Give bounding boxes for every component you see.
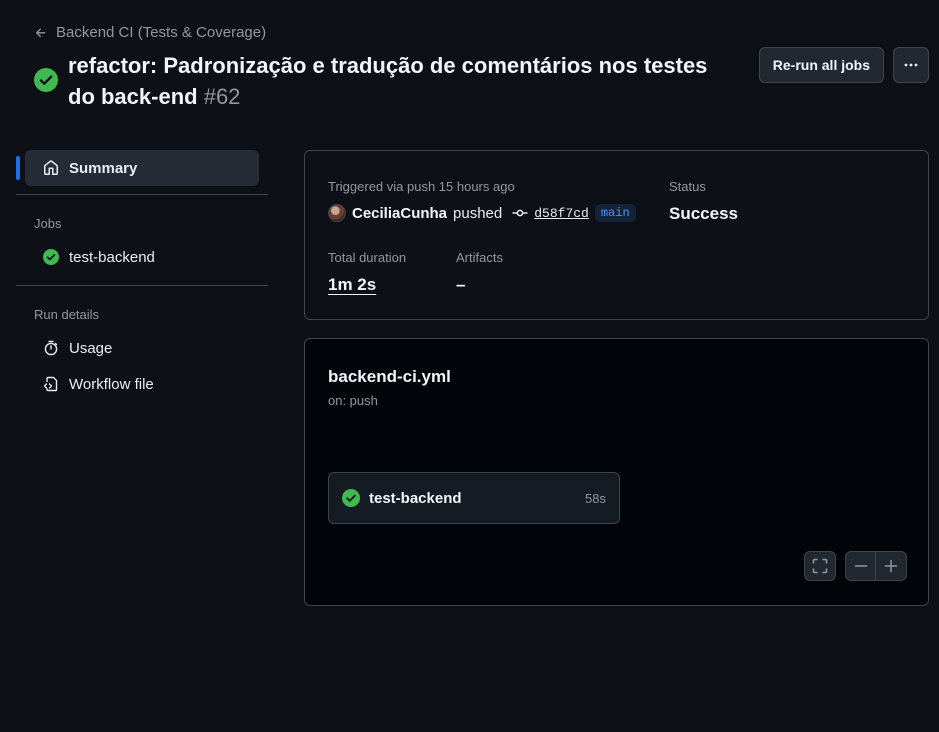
- screen-full-icon: [812, 558, 828, 574]
- job-name: test-backend: [369, 489, 462, 507]
- run-details-heading: Run details: [34, 307, 100, 322]
- workflow-trigger: on: push: [328, 393, 378, 408]
- push-action: pushed: [453, 204, 503, 222]
- sidebar-item-label: Workflow file: [69, 375, 154, 393]
- status-label: Status: [669, 179, 706, 194]
- back-link-label[interactable]: Backend CI (Tests & Coverage): [56, 24, 266, 41]
- check-circle-fill-icon: [342, 489, 360, 507]
- job-duration: 58s: [585, 490, 606, 506]
- workflow-graph-card: backend-ci.yml on: push test-backend 58s: [304, 338, 929, 606]
- run-summary-card: Triggered via push 15 hours ago CeciliaC…: [304, 150, 929, 320]
- home-icon: [44, 160, 58, 175]
- rerun-all-jobs-button[interactable]: Re-run all jobs: [758, 47, 884, 83]
- page-title: refactor: Padronização e tradução de com…: [68, 50, 728, 112]
- commit-sha-link[interactable]: d58f7cd: [534, 206, 589, 221]
- duration-label: Total duration: [328, 250, 407, 265]
- git-commit-icon: [512, 209, 528, 217]
- zoom-out-button[interactable]: [845, 551, 876, 581]
- page-title-row: refactor: Padronização e tradução de com…: [34, 50, 728, 112]
- sidebar-item-summary[interactable]: Summary: [25, 150, 259, 186]
- active-indicator: [16, 156, 20, 180]
- sidebar-item-usage[interactable]: Usage: [25, 330, 268, 366]
- graph-zoom-controls: [804, 551, 907, 581]
- avatar[interactable]: [328, 204, 346, 222]
- workflow-run-page: Backend CI (Tests & Coverage) refactor: …: [0, 0, 939, 732]
- fullscreen-button[interactable]: [804, 551, 836, 581]
- back-to-workflow-link[interactable]: Backend CI (Tests & Coverage): [34, 24, 266, 41]
- run-title: refactor: Padronização e tradução de com…: [68, 53, 708, 109]
- jobs-heading: Jobs: [34, 216, 62, 231]
- sidebar-item-label: Summary: [69, 159, 138, 177]
- duration-value[interactable]: 1m 2s: [328, 275, 376, 295]
- sidebar-item-label: test-backend: [69, 248, 155, 266]
- sidebar-divider: [16, 194, 268, 195]
- job-node-test-backend[interactable]: test-backend 58s: [328, 472, 620, 524]
- kebab-horizontal-icon: [904, 63, 918, 67]
- branch-badge[interactable]: main: [594, 204, 636, 222]
- zoom-button-group: [845, 551, 907, 581]
- sidebar-item-test-backend[interactable]: test-backend: [25, 239, 268, 275]
- artifacts-value: –: [456, 275, 466, 294]
- zoom-in-button[interactable]: [876, 551, 907, 581]
- trigger-details: CeciliaCunha pushed d58f7cd main: [328, 204, 636, 222]
- sidebar-divider: [16, 285, 268, 286]
- header-actions: Re-run all jobs: [758, 47, 929, 83]
- more-actions-button[interactable]: [893, 47, 929, 83]
- check-circle-fill-icon: [43, 249, 59, 265]
- plus-icon: [884, 559, 898, 573]
- file-code-icon: [43, 376, 58, 392]
- workflow-file-name: backend-ci.yml: [328, 367, 451, 386]
- arrow-left-icon: [35, 27, 46, 37]
- run-number: #62: [203, 84, 241, 109]
- author-link[interactable]: CeciliaCunha: [352, 205, 447, 222]
- sidebar: Summary Jobs test-backend Run details Us…: [16, 150, 268, 402]
- status-value: Success: [669, 204, 738, 223]
- sidebar-item-label: Usage: [69, 339, 113, 357]
- artifacts-label: Artifacts: [456, 250, 503, 265]
- trigger-label: Triggered via push 15 hours ago: [328, 179, 515, 194]
- sidebar-item-workflow-file[interactable]: Workflow file: [25, 366, 268, 402]
- check-circle-fill-icon: [34, 68, 58, 92]
- dash-icon: [854, 565, 867, 567]
- stopwatch-icon: [44, 340, 58, 356]
